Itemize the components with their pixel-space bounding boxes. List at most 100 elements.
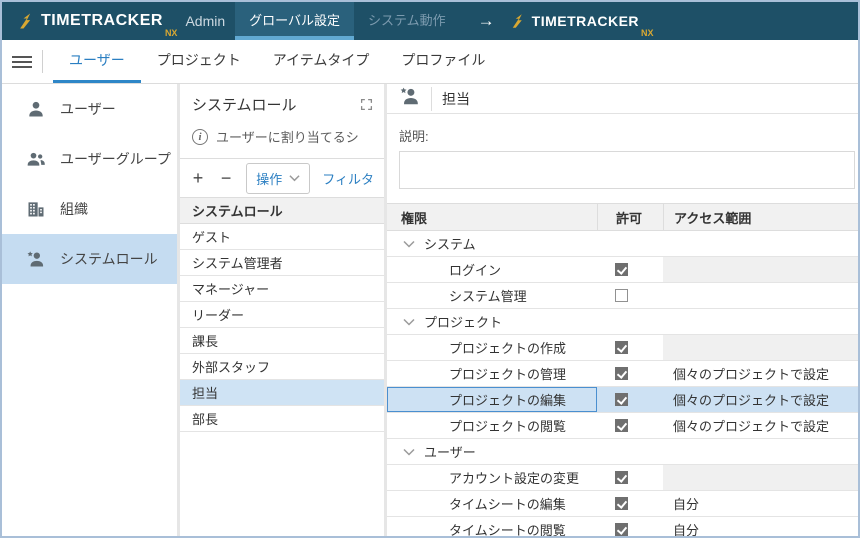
hamburger-menu-icon[interactable] [12, 40, 32, 83]
timetracker-logo-icon [16, 11, 36, 31]
tab-users[interactable]: ユーザー [53, 40, 141, 83]
permission-name-cell[interactable]: システム管理 [387, 283, 597, 308]
permission-row-project-create[interactable]: プロジェクトの作成 [387, 335, 858, 361]
timetracker-logo-icon [509, 12, 527, 30]
allow-checkbox[interactable] [615, 419, 628, 432]
allow-checkbox[interactable] [615, 263, 628, 276]
permission-scope-cell[interactable]: 個々のプロジェクトで設定 [663, 413, 858, 438]
permission-allow-cell [597, 335, 663, 360]
permission-row-project-manage[interactable]: プロジェクトの管理 個々のプロジェクトで設定 [387, 361, 858, 387]
allow-checkbox[interactable] [615, 367, 628, 380]
panel-title: システムロール [192, 94, 297, 115]
tab-profiles[interactable]: プロファイル [385, 40, 501, 83]
column-access-scope[interactable]: アクセス範囲 [663, 204, 858, 230]
permission-name-cell[interactable]: プロジェクトの編集 [387, 387, 597, 412]
tab-system-behavior[interactable]: システム動作 [354, 2, 460, 40]
chevron-down-icon[interactable] [403, 448, 415, 456]
role-row-tantou[interactable]: 担当 [180, 380, 384, 406]
permission-allow-cell [597, 413, 663, 438]
permission-scope-cell[interactable]: 個々のプロジェクトで設定 [663, 387, 858, 412]
permission-group-system[interactable]: システム [387, 231, 858, 257]
permission-name-cell[interactable]: ログイン [387, 257, 597, 282]
role-row-manager[interactable]: マネージャー [180, 276, 384, 302]
action-dropdown[interactable]: 操作 [246, 163, 310, 194]
user-group-icon [26, 149, 46, 169]
tab-global-settings[interactable]: グローバル設定 [235, 2, 354, 40]
sidebar-item-organization[interactable]: 組織 [2, 184, 177, 234]
role-row-leader[interactable]: リーダー [180, 302, 384, 328]
group-label: システム [424, 234, 476, 253]
permission-row-account-settings[interactable]: アカウント設定の変更 [387, 465, 858, 491]
allow-checkbox[interactable] [615, 471, 628, 484]
permission-scope-cell[interactable]: 自分 [663, 491, 858, 516]
permission-row-project-edit[interactable]: プロジェクトの編集 個々のプロジェクトで設定 [387, 387, 858, 413]
permission-row-timesheet-view[interactable]: タイムシートの閲覧 自分 [387, 517, 858, 536]
remove-role-button[interactable]: − [218, 169, 234, 187]
field-divider [431, 87, 432, 111]
tab-label: グローバル設定 [249, 10, 340, 29]
tab-label: アイテムタイプ [273, 50, 370, 70]
permission-group-user[interactable]: ユーザー [387, 439, 858, 465]
permission-scope-cell[interactable] [663, 283, 858, 308]
tab-item-types[interactable]: アイテムタイプ [257, 40, 386, 83]
permission-name-cell[interactable]: タイムシートの編集 [387, 491, 597, 516]
chevron-down-icon[interactable] [403, 318, 415, 326]
roles-toolbar: + − 操作 フィルタ [180, 159, 384, 197]
timetracker-app-link[interactable]: TIMETRACKER NX [509, 2, 654, 40]
permission-name-cell[interactable]: プロジェクトの作成 [387, 335, 597, 360]
permission-scope-cell[interactable] [663, 257, 858, 282]
permission-allow-cell [597, 257, 663, 282]
sidebar-item-system-roles[interactable]: システムロール [2, 234, 177, 284]
tab-label: ユーザー [69, 50, 125, 70]
panel-header: システムロール i ユーザーに割り当てるシ [180, 84, 384, 159]
app-logo: TIMETRACKER NX Admin [2, 2, 225, 40]
permission-name-cell[interactable]: アカウント設定の変更 [387, 465, 597, 490]
permission-allow-cell [597, 517, 663, 536]
permission-name-cell[interactable]: タイムシートの閲覧 [387, 517, 597, 536]
expand-icon[interactable] [358, 97, 374, 113]
chevron-down-icon[interactable] [403, 240, 415, 248]
sidebar-item-label: ユーザーグループ [60, 149, 171, 169]
permission-row-system-admin[interactable]: システム管理 [387, 283, 858, 309]
sidebar-item-users[interactable]: ユーザー [2, 84, 177, 134]
permissions-table-header: 権限 許可 アクセス範囲 [387, 203, 858, 231]
permission-name-cell[interactable]: プロジェクトの閲覧 [387, 413, 597, 438]
permission-allow-cell [597, 283, 663, 308]
permission-row-timesheet-edit[interactable]: タイムシートの編集 自分 [387, 491, 858, 517]
tab-projects[interactable]: プロジェクト [141, 40, 257, 83]
role-row-guest[interactable]: ゲスト [180, 224, 384, 250]
sidebar-item-label: 組織 [60, 199, 88, 219]
role-row-section-chief[interactable]: 課長 [180, 328, 384, 354]
column-permission[interactable]: 権限 [387, 204, 597, 230]
permission-group-project[interactable]: プロジェクト [387, 309, 858, 335]
role-row-department-head[interactable]: 部長 [180, 406, 384, 432]
role-row-external-staff[interactable]: 外部スタッフ [180, 354, 384, 380]
permission-name-cell[interactable]: プロジェクトの管理 [387, 361, 597, 386]
role-name-row: 担当 [387, 84, 858, 114]
permission-row-project-view[interactable]: プロジェクトの閲覧 個々のプロジェクトで設定 [387, 413, 858, 439]
arrow-right-icon[interactable]: → [478, 2, 495, 40]
column-allow[interactable]: 許可 [597, 204, 663, 230]
permission-scope-cell[interactable]: 自分 [663, 517, 858, 536]
permission-row-login[interactable]: ログイン [387, 257, 858, 283]
add-role-button[interactable]: + [190, 169, 206, 187]
permission-scope-cell[interactable] [663, 465, 858, 490]
permission-scope-cell[interactable] [663, 335, 858, 360]
admin-window: TIMETRACKER NX Admin グローバル設定 システム動作 → TI… [0, 0, 860, 538]
permission-scope-cell[interactable]: 個々のプロジェクトで設定 [663, 361, 858, 386]
permission-allow-cell [597, 361, 663, 386]
allow-checkbox[interactable] [615, 289, 628, 302]
brand-nx: NX [165, 28, 178, 40]
allow-checkbox[interactable] [615, 497, 628, 510]
tab-label: プロファイル [401, 50, 485, 70]
sidebar-item-user-groups[interactable]: ユーザーグループ [2, 134, 177, 184]
role-name-input[interactable]: 担当 [442, 89, 470, 109]
role-row-system-admin[interactable]: システム管理者 [180, 250, 384, 276]
tab-label: プロジェクト [157, 50, 241, 70]
roles-list-header[interactable]: システムロール [180, 197, 384, 224]
allow-checkbox[interactable] [615, 523, 628, 536]
allow-checkbox[interactable] [615, 341, 628, 354]
filter-link[interactable]: フィルタ [322, 169, 374, 188]
allow-checkbox[interactable] [615, 393, 628, 406]
description-textarea[interactable] [399, 151, 855, 189]
